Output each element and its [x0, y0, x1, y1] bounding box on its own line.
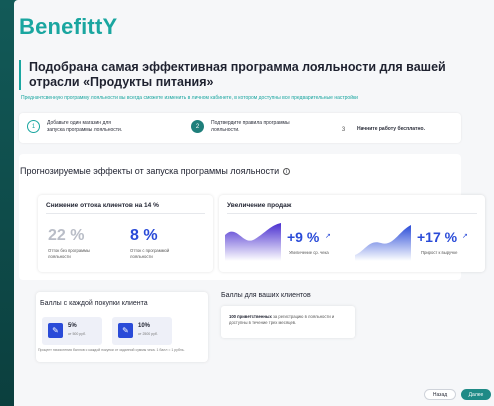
page-title: Подобрана самая эффективная программа ло… [29, 60, 446, 89]
churn-without-label: Отток без программы лояльности [48, 248, 90, 259]
churn-with-label: Отток с программой лояльности [130, 248, 170, 259]
points-tile-sub: от 2500 руб. [138, 332, 158, 336]
avg-check-wave-chart [225, 223, 281, 261]
step-1[interactable]: 1 Добавьте один магазин для запуска прог… [27, 120, 127, 133]
step-label: Начните работу бесплатно. [357, 126, 425, 133]
clients-title: Баллы для ваших клиентов [221, 292, 311, 299]
clients-text: 100 приветственных за регистрацию в лоял… [229, 314, 349, 326]
next-button[interactable]: Далее [461, 389, 491, 400]
churn-title: Снижение оттока клиентов на 14 % [46, 202, 159, 209]
revenue-label: Прирост к выручке [421, 250, 458, 255]
step-label: Добавьте один магазин для запуска програ… [47, 120, 123, 133]
points-tile-value: 10% [138, 323, 151, 329]
trend-up-icon: ↗ [462, 233, 468, 240]
trend-up-icon: ↗ [325, 233, 331, 240]
revenue-wave-chart [355, 225, 411, 261]
churn-without-value: 22 % [48, 227, 85, 244]
sales-card: Увеличение продаж +9 % ↗ Увеличение ср. … [219, 195, 485, 272]
effects-title-text: Прогнозируемые эффекты от запуска програ… [20, 166, 280, 176]
effects-title: Прогнозируемые эффекты от запуска програ… [20, 166, 291, 176]
points-tile-value: 5% [68, 323, 77, 329]
points-tile[interactable]: ✎ 5% от 500 руб. [42, 317, 102, 345]
churn-card: Снижение оттока клиентов на 14 % 22 % От… [38, 195, 213, 272]
edit-pencil-icon[interactable]: ✎ [48, 323, 63, 338]
step-label: Подтвердите правила программы лояльности… [211, 120, 290, 133]
step-2[interactable]: 2 Подтвердите правила программы лояльнос… [191, 120, 291, 133]
churn-with-value: 8 % [130, 227, 158, 244]
back-button[interactable]: Назад [424, 389, 456, 400]
sales-title: Увеличение продаж [227, 202, 292, 209]
step-number: 1 [27, 120, 40, 133]
step-number: 3 [341, 126, 346, 133]
page-title-block: Подобрана самая эффективная программа ло… [19, 60, 459, 90]
page-subtitle: Предначтсвенную программу лояльности вы … [21, 95, 358, 101]
divider [227, 213, 477, 214]
brand-logo: BenefittY [19, 14, 118, 39]
footer-bar [14, 383, 494, 406]
step-number: 2 [191, 120, 204, 133]
avg-check-value: +9 % [287, 229, 320, 245]
step-3[interactable]: 3 Начните работу бесплатно. [337, 123, 457, 136]
points-tile-sub: от 500 руб. [68, 332, 86, 336]
points-tile[interactable]: ✎ 10% от 2500 руб. [112, 317, 172, 345]
steps-bar: 1 Добавьте один магазин для запуска прог… [19, 113, 461, 143]
clients-bold: 100 приветственных [229, 314, 272, 319]
revenue-value: +17 % [417, 229, 458, 245]
clients-card: 100 приветственных за регистрацию в лоял… [221, 306, 355, 338]
points-note: Процент начисления баллов с каждой покуп… [38, 348, 185, 352]
edit-pencil-icon[interactable]: ✎ [118, 323, 133, 338]
info-icon[interactable]: i [283, 168, 291, 175]
divider [46, 213, 205, 214]
points-title: Баллы с каждой покупки клиента [40, 300, 148, 307]
avg-check-label: Увеличение ср. чека [289, 250, 329, 255]
